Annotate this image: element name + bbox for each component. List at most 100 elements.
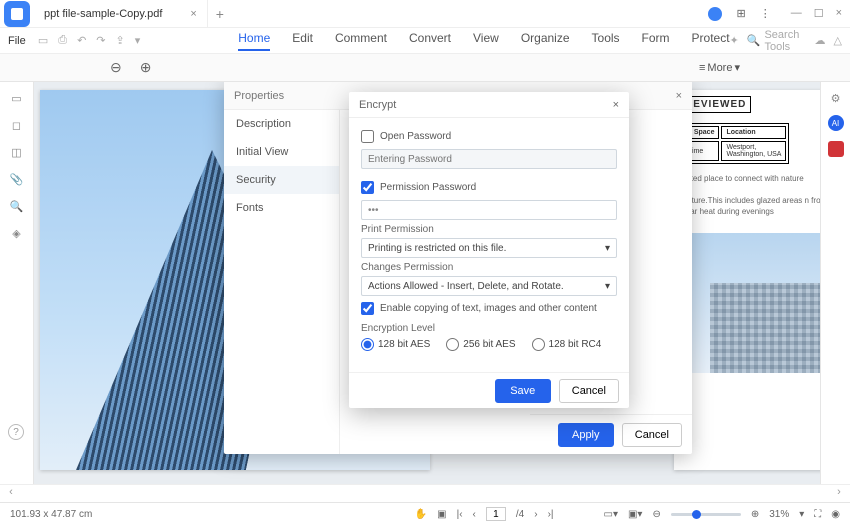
- select-tool-icon[interactable]: ▣: [437, 509, 446, 520]
- first-page-icon[interactable]: |‹: [457, 509, 463, 520]
- menu-kebab-icon[interactable]: ⋮: [760, 7, 771, 20]
- settings-icon[interactable]: ⚙: [831, 92, 841, 105]
- window-close-icon[interactable]: ×: [836, 7, 842, 20]
- properties-sidebar: Description Initial View Security Fonts: [224, 110, 340, 454]
- permission-password-label: Permission Password: [380, 182, 476, 193]
- radio-128-rc4[interactable]: 128 bit RC4: [532, 338, 602, 351]
- tab-edit[interactable]: Edit: [292, 31, 313, 51]
- open-password-checkbox[interactable]: [361, 130, 374, 143]
- zoom-chevron-icon[interactable]: ▾: [799, 509, 804, 520]
- help-icon[interactable]: ?: [8, 424, 24, 440]
- search-tools[interactable]: 🔍 Search Tools: [747, 29, 807, 53]
- properties-close-icon[interactable]: ×: [676, 90, 682, 102]
- right-rail: ⚙ AI: [820, 82, 850, 484]
- view-mode-icon[interactable]: ▭▾: [604, 509, 618, 520]
- scroll-left-icon[interactable]: ‹: [4, 486, 18, 500]
- tab-home[interactable]: Home: [238, 31, 270, 51]
- encrypt-cancel-button[interactable]: Cancel: [559, 379, 619, 403]
- share-icon[interactable]: ⇪: [116, 34, 125, 47]
- tab-protect[interactable]: Protect: [692, 31, 730, 51]
- redo-icon[interactable]: ↷: [96, 34, 105, 47]
- thumbnail-icon[interactable]: ◫: [11, 146, 21, 159]
- radio-128-aes[interactable]: 128 bit AES: [361, 338, 430, 351]
- cancel-button[interactable]: Cancel: [622, 423, 682, 447]
- changes-permission-label: Changes Permission: [361, 262, 617, 273]
- document-canvas[interactable]: ot Allowed ot Allowed Allowed ot Allowed…: [34, 82, 820, 484]
- scroll-right-icon[interactable]: ›: [832, 486, 846, 500]
- page-icon[interactable]: ▭: [11, 92, 21, 105]
- page-total: /4: [516, 509, 524, 520]
- tab-convert[interactable]: Convert: [409, 31, 451, 51]
- title-bar: ppt file-sample-Copy.pdf × + ⊞ ⋮ — ☐ ×: [0, 0, 850, 28]
- main-area: ▭ ◻ ◫ 📎 🔍 ◈ ot Allowed ot Allowed Allowe…: [0, 82, 850, 484]
- feedback-icon[interactable]: ⊞: [736, 7, 745, 20]
- encrypt-close-icon[interactable]: ×: [613, 99, 619, 111]
- search-placeholder: Search Tools: [764, 29, 806, 53]
- magic-icon[interactable]: ✦: [730, 34, 739, 47]
- ms-icon[interactable]: [828, 141, 844, 157]
- zoom-out-icon[interactable]: ⊖: [110, 59, 122, 76]
- document-tab[interactable]: ppt file-sample-Copy.pdf ×: [34, 0, 208, 27]
- fullscreen-icon[interactable]: ⛶: [814, 509, 821, 520]
- window-maximize-icon[interactable]: ☐: [814, 7, 824, 20]
- info-table: s SpaceLocation TimeWestport, Washington…: [680, 123, 789, 164]
- horizontal-scrollbar[interactable]: ‹ ›: [0, 484, 850, 502]
- tab-form[interactable]: Form: [642, 31, 670, 51]
- fit-page-icon[interactable]: ▣▾: [628, 509, 642, 520]
- prev-page-icon[interactable]: ‹: [473, 509, 476, 520]
- undo-icon[interactable]: ↶: [77, 34, 86, 47]
- tab-comment[interactable]: Comment: [335, 31, 387, 51]
- radio-256-aes[interactable]: 256 bit AES: [446, 338, 515, 351]
- hand-tool-icon[interactable]: ✋: [415, 509, 427, 520]
- search-icon[interactable]: 🔍: [10, 200, 24, 213]
- zoom-in-btn-icon[interactable]: ⊕: [751, 509, 759, 520]
- close-tab-icon[interactable]: ×: [190, 8, 196, 20]
- encrypt-title: Encrypt: [359, 99, 396, 111]
- print-permission-label: Print Permission: [361, 224, 617, 235]
- tab-organize[interactable]: Organize: [521, 31, 570, 51]
- user-avatar-icon[interactable]: [708, 7, 722, 21]
- next-page-icon[interactable]: ›: [534, 509, 537, 520]
- titlebar-actions: ⊞ ⋮ — ☐ ×: [708, 7, 850, 21]
- apply-button[interactable]: Apply: [558, 423, 614, 447]
- props-tab-security[interactable]: Security: [224, 166, 339, 194]
- menu-tabs: Home Edit Comment Convert View Organize …: [238, 31, 729, 51]
- print-permission-select[interactable]: Printing is restricted on this file.▾: [361, 238, 617, 258]
- props-tab-fonts[interactable]: Fonts: [224, 194, 339, 222]
- props-tab-initial-view[interactable]: Initial View: [224, 138, 339, 166]
- zoom-out-btn-icon[interactable]: ⊖: [652, 509, 660, 520]
- last-page-icon[interactable]: ›|: [548, 509, 554, 520]
- print-icon[interactable]: ⎙: [58, 34, 67, 47]
- open-icon[interactable]: ▭: [38, 34, 48, 47]
- ai-icon[interactable]: AI: [828, 115, 844, 131]
- permission-password-checkbox[interactable]: [361, 181, 374, 194]
- permission-password-field[interactable]: [361, 200, 617, 220]
- save-button[interactable]: Save: [495, 379, 551, 403]
- cloud-icon[interactable]: ☁: [815, 34, 826, 47]
- enable-copy-checkbox[interactable]: [361, 302, 374, 315]
- zoom-value: 31%: [769, 509, 789, 520]
- read-mode-icon[interactable]: ◉: [831, 509, 840, 520]
- more-hamburger-icon: ≡: [699, 62, 705, 74]
- props-tab-description[interactable]: Description: [224, 110, 339, 138]
- attachment-icon[interactable]: 📎: [10, 173, 24, 186]
- chevron-down-icon[interactable]: ▾: [135, 34, 141, 47]
- more-dropdown[interactable]: ≡ More ▾: [699, 61, 740, 74]
- zoom-in-icon[interactable]: ⊕: [140, 59, 152, 76]
- collapse-ribbon-icon[interactable]: △: [834, 34, 842, 47]
- file-menu[interactable]: File: [8, 35, 30, 47]
- bookmark-icon[interactable]: ◻: [12, 119, 21, 132]
- window-minimize-icon[interactable]: —: [791, 7, 802, 20]
- tab-view[interactable]: View: [473, 31, 499, 51]
- layers-icon[interactable]: ◈: [12, 227, 20, 240]
- page-number-input[interactable]: [486, 507, 506, 521]
- changes-permission-select[interactable]: Actions Allowed - Insert, Delete, and Ro…: [361, 276, 617, 296]
- search-icon: 🔍: [747, 34, 761, 47]
- new-tab-button[interactable]: +: [208, 6, 232, 22]
- zoom-slider[interactable]: [671, 513, 741, 516]
- encrypt-dialog: Encrypt × Open Password Permission Passw…: [349, 92, 629, 408]
- open-password-field[interactable]: [361, 149, 617, 169]
- tab-tools[interactable]: Tools: [592, 31, 620, 51]
- tab-title: ppt file-sample-Copy.pdf: [44, 8, 162, 20]
- building-image: [674, 233, 820, 373]
